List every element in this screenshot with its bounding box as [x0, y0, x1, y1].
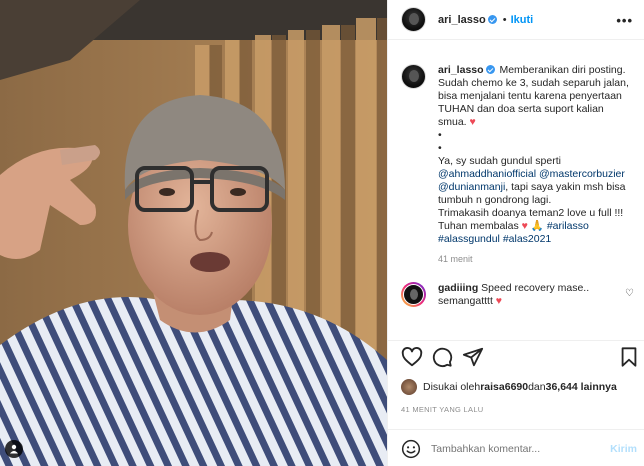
comment-item: gadiiing Speed recovery mase.. semangatt…: [401, 282, 634, 308]
verified-icon: [485, 65, 495, 74]
header-username[interactable]: ari_lasso: [438, 14, 486, 26]
caption-text: ari_lasso Memberanikan diri posting. Sud…: [438, 64, 631, 246]
instagram-post: ari_lasso • Ikuti ••• ari_lasso Memberan…: [0, 0, 644, 466]
heart-emoji: ♥: [521, 220, 528, 232]
separator-dot: •: [502, 13, 507, 26]
avatar[interactable]: [401, 379, 417, 395]
share-icon[interactable]: [462, 346, 484, 368]
comment-text: gadiiing Speed recovery mase.. semangatt…: [438, 282, 628, 308]
caption: ari_lasso Memberanikan diri posting. Sud…: [401, 50, 632, 264]
pray-emoji: 🙏: [530, 220, 544, 232]
heart-emoji: ♥: [495, 295, 503, 307]
post-sidebar: ari_lasso • Ikuti ••• ari_lasso Memberan…: [387, 0, 644, 466]
hashtag-link[interactable]: #alas2021: [503, 233, 551, 245]
hashtag-link[interactable]: #arilasso: [547, 220, 589, 232]
selfie-image: [0, 0, 387, 466]
bullet: •: [438, 142, 442, 154]
more-icon[interactable]: •••: [616, 13, 633, 28]
post-header: ari_lasso • Ikuti •••: [388, 0, 644, 40]
comment-like-icon[interactable]: ♡: [625, 288, 634, 299]
caption-line: Trimakasih doanya teman2 love u full !!!: [438, 207, 624, 219]
mention-link[interactable]: @ahmaddhaniofficial: [438, 168, 536, 180]
heart-emoji: ♥: [469, 116, 476, 128]
likes-summary: Disukai oleh raisa6690 dan 36,644 lainny…: [401, 379, 617, 395]
avatar[interactable]: [401, 7, 426, 32]
user-icon[interactable]: [5, 440, 23, 458]
add-comment-bar: Kirim: [388, 429, 644, 466]
comment-icon[interactable]: [431, 346, 453, 368]
bookmark-icon[interactable]: [618, 346, 640, 368]
post-actions: Disukai oleh raisa6690 dan 36,644 lainny…: [388, 340, 644, 466]
post-time[interactable]: 41 MENIT YANG LALU: [401, 405, 484, 414]
caption-line: Tuhan membalas: [438, 220, 522, 232]
post-photo[interactable]: [0, 0, 387, 466]
send-button[interactable]: Kirim: [610, 443, 637, 455]
heart-icon[interactable]: [401, 346, 423, 368]
likes-count[interactable]: 36,644 lainnya: [546, 381, 617, 393]
likes-prefix: Disukai oleh: [423, 381, 481, 393]
bullet: •: [438, 129, 442, 141]
emoji-icon[interactable]: [401, 439, 421, 459]
avatar[interactable]: [401, 282, 426, 307]
mention-link[interactable]: @dunianmanji: [438, 181, 505, 193]
mention-link[interactable]: @mastercorbuzier: [539, 168, 625, 180]
caption-username[interactable]: ari_lasso: [438, 64, 484, 76]
comment-username[interactable]: gadiiing: [438, 282, 478, 294]
caption-time[interactable]: 41 menit: [438, 254, 631, 264]
comment-input[interactable]: [431, 442, 611, 455]
likes-user[interactable]: raisa6690: [480, 381, 528, 393]
verified-icon: [487, 15, 497, 24]
likes-middle: dan: [528, 381, 546, 393]
follow-button[interactable]: Ikuti: [511, 14, 534, 26]
comments-section: ari_lasso Memberanikan diri posting. Sud…: [388, 50, 644, 340]
avatar[interactable]: [401, 64, 426, 89]
caption-line: Ya, sy sudah gundul sperti: [438, 155, 564, 167]
hashtag-link[interactable]: #alassgundul: [438, 233, 500, 245]
